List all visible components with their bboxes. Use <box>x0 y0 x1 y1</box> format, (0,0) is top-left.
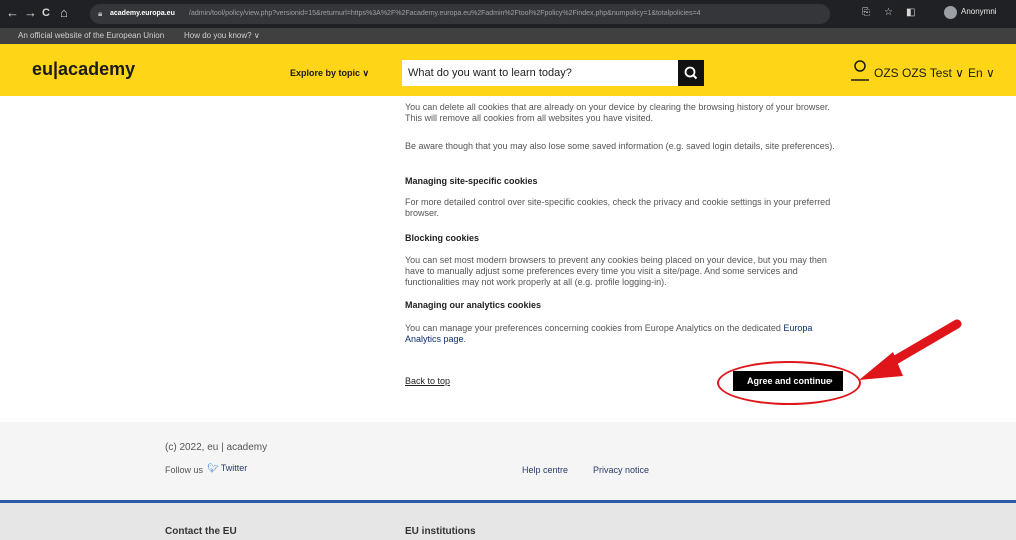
browser-toolbar: ← → C ⌂ 🔒︎ academy.europa.eu /admin/tool… <box>0 0 1016 28</box>
search-placeholder: What do you want to learn today? <box>408 67 572 79</box>
heading-blocking: Blocking cookies <box>405 233 480 243</box>
user-icon <box>851 60 869 81</box>
search-button[interactable] <box>678 60 704 86</box>
back-to-top-link[interactable]: Back to top <box>405 376 450 386</box>
profile-button[interactable]: Anonymni <box>944 5 1010 21</box>
explore-by-topic-menu[interactable]: Explore by topic ∨ <box>290 68 369 79</box>
user-name: OZS OZS Test ∨ <box>874 66 964 80</box>
url-domain: academy.europa.eu <box>110 10 175 17</box>
footer-links-section: Contact the EU EU institutions <box>0 503 1016 540</box>
eu-institutions-heading: EU institutions <box>405 526 476 537</box>
twitter-label: Twitter <box>220 463 248 473</box>
home-icon[interactable]: ⌂ <box>60 6 68 20</box>
reload-icon[interactable]: C <box>42 6 50 20</box>
translate-icon[interactable]: ⎘ <box>862 7 870 19</box>
how-do-you-know-link[interactable]: How do you know? ∨ <box>184 28 260 44</box>
search-icon <box>684 66 698 80</box>
help-centre-link[interactable]: Help centre <box>522 465 568 475</box>
eu-official-banner: An official website of the European Unio… <box>0 28 1016 44</box>
forward-icon[interactable]: → <box>24 6 37 20</box>
lock-icon: 🔒︎ <box>98 9 103 18</box>
red-arrow-annotation <box>859 319 962 380</box>
user-menu[interactable]: OZS OZS Test ∨ En ∨ <box>848 60 1008 84</box>
url-path: /admin/tool/policy/view.php?versionid=15… <box>189 10 701 17</box>
site-header: eu|academy Explore by topic ∨ What do yo… <box>0 44 1016 96</box>
paragraph-delete-cookies: You can delete all cookies that are alre… <box>405 102 830 123</box>
twitter-icon: 🐦︎ <box>207 463 219 473</box>
copyright: (c) 2022, eu | academy <box>165 442 268 453</box>
paragraph-blocking: You can set most modern browsers to prev… <box>405 255 827 287</box>
paragraph-lose-info: Be aware though that you may also lose s… <box>405 141 835 151</box>
highlight-circle <box>717 361 861 405</box>
analytics-end: . <box>463 334 467 344</box>
eu-banner-text: An official website of the European Unio… <box>18 31 165 40</box>
site-footer: (c) 2022, eu | academy Follow us 🐦︎ Twit… <box>0 422 1016 500</box>
incognito-icon <box>944 6 957 19</box>
language-selector[interactable]: En ∨ <box>968 66 995 80</box>
address-bar[interactable]: 🔒︎ academy.europa.eu /admin/tool/policy/… <box>90 4 830 24</box>
back-icon[interactable]: ← <box>6 6 19 20</box>
follow-us-label: Follow us <box>165 465 204 475</box>
eu-academy-logo[interactable]: eu|academy <box>32 59 135 80</box>
privacy-notice-link[interactable]: Privacy notice <box>593 465 649 475</box>
profile-label: Anonymni <box>961 7 997 16</box>
analytics-text: You can manage your preferences concerni… <box>405 323 784 333</box>
bookmark-star-icon[interactable]: ☆ <box>884 7 893 19</box>
paragraph-site-specific: For more detailed control over site-spec… <box>405 197 831 218</box>
heading-analytics: Managing our analytics cookies <box>405 300 542 310</box>
side-panel-icon[interactable]: ◧ <box>906 7 915 19</box>
twitter-link[interactable]: 🐦︎ Twitter <box>207 463 247 474</box>
contact-the-eu-heading: Contact the EU <box>165 526 237 537</box>
heading-site-specific: Managing site-specific cookies <box>405 176 538 186</box>
search-input[interactable]: What do you want to learn today? <box>402 60 678 86</box>
paragraph-analytics: You can manage your preferences concerni… <box>405 323 845 345</box>
